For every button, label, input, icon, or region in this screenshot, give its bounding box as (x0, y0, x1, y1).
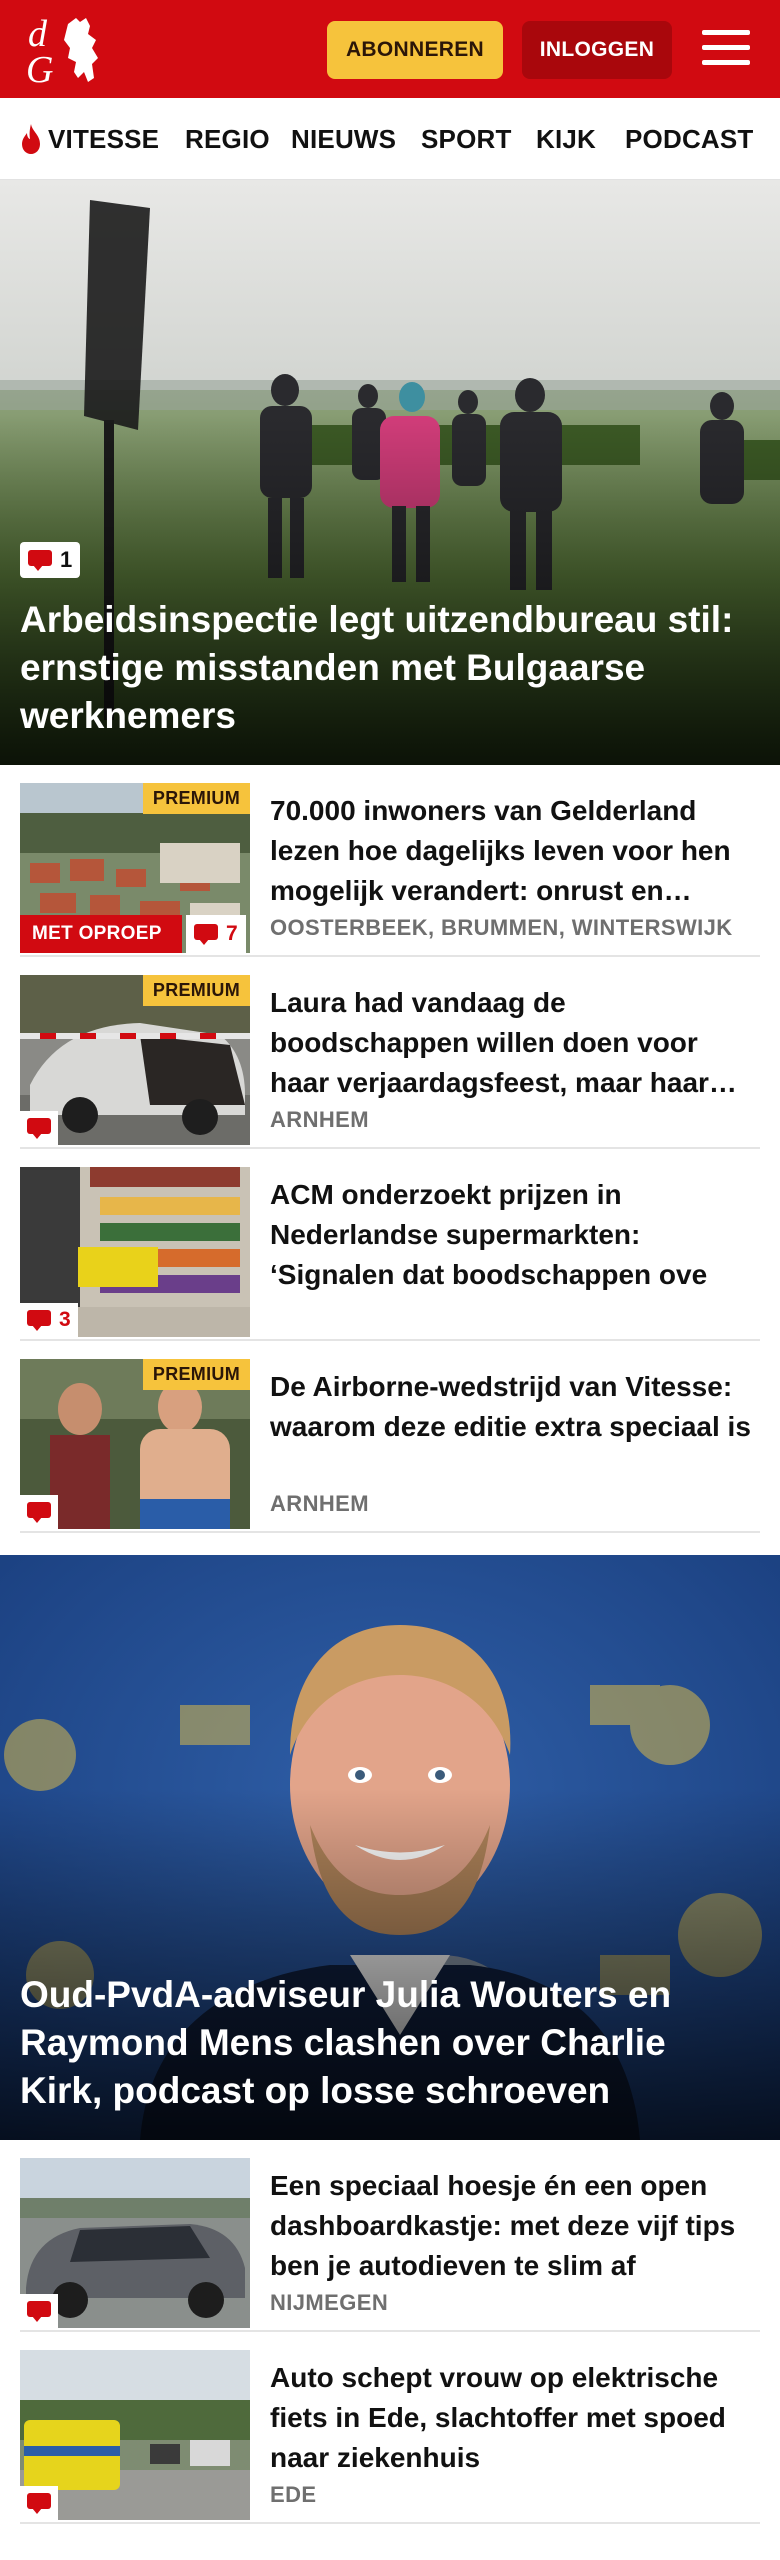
nav-item-kijk[interactable]: KIJK (536, 122, 596, 156)
flame-icon (22, 124, 40, 154)
article-title[interactable]: Een speciaal hoesje én een open dashboar… (270, 2166, 758, 2286)
nav-item-podcast[interactable]: PODCAST (625, 122, 754, 156)
article-title[interactable]: 70.000 inwoners van Gelderland lezen hoe… (270, 791, 758, 911)
logo[interactable]: d G (22, 10, 118, 88)
article-thumbnail: 3 (20, 1167, 250, 1337)
subscribe-button[interactable]: ABONNEREN (327, 21, 503, 79)
comment-icon (28, 550, 52, 571)
comment-count: 1 (60, 547, 73, 572)
article-title[interactable]: De Airborne-wedstrijd van Vitesse: waaro… (270, 1367, 758, 1447)
nav-item-regio[interactable]: REGIO (185, 122, 270, 156)
premium-badge: PREMIUM (142, 975, 250, 1006)
article-location: ARNHEM (270, 1491, 369, 1516)
comment-badge: 7 (186, 915, 246, 953)
comment-count: 7 (226, 922, 238, 945)
article-thumbnail: PREMIUM (20, 975, 250, 1145)
comment-icon (27, 1118, 51, 1139)
nav-label: VITESSE (48, 123, 160, 154)
login-button[interactable]: INLOGGEN (522, 21, 672, 79)
article-location: ARNHEM (270, 1107, 369, 1132)
nav-label: NIEUWS (291, 123, 397, 154)
comment-badge (20, 1495, 58, 1529)
premium-badge: PREMIUM (142, 1359, 250, 1390)
comment-badge: 1 (20, 542, 81, 578)
nav-label: KIJK (536, 123, 597, 154)
svg-text:G: G (26, 49, 53, 88)
hero-article-2[interactable]: Oud-PvdA-adviseur Julia Wouters en Raymo… (0, 1555, 780, 2140)
article-thumbnail: PREMIUM MET OPROEP 7 (20, 783, 250, 953)
nav-label: SPORT (421, 123, 512, 154)
article-title[interactable]: Laura had vandaag de boodschappen willen… (270, 983, 758, 1103)
article-location: OOSTERBEEK, BRUMMEN, WINTERSWIJK (270, 915, 733, 940)
article-thumbnail (20, 2350, 250, 2520)
article-location: EDE (270, 2482, 317, 2507)
hero-title[interactable]: Oud-PvdA-adviseur Julia Wouters en Raymo… (20, 1971, 756, 2115)
article-title[interactable]: Auto schept vrouw op elektri­sche fiets … (270, 2358, 758, 2478)
comment-badge: 3 (20, 1303, 78, 1337)
nav-label: REGIO (185, 123, 270, 154)
nav-label: PODCAST (625, 123, 754, 154)
oproep-tag: MET OPROEP (20, 915, 182, 953)
article-item[interactable]: Auto schept vrouw op elektri­sche fiets … (20, 2332, 760, 2524)
nav-item-nieuws[interactable]: NIEUWS (291, 122, 396, 156)
nav-item-sport[interactable]: SPORT (421, 122, 512, 156)
article-item[interactable]: PREMIUM De Airborne-wedstrijd van Vitess… (20, 1341, 760, 1533)
article-thumbnail: PREMIUM (20, 1359, 250, 1529)
hamburger-icon[interactable] (700, 24, 752, 72)
main-nav: VITESSE REGIO NIEUWS SPORT KIJK PODCAST (0, 98, 780, 180)
premium-badge: PREMIUM (142, 783, 250, 814)
article-thumbnail (20, 2158, 250, 2328)
hero-article-1[interactable]: 1 Arbeidsinspectie legt uitzendbureau st… (0, 180, 780, 765)
comment-icon (27, 2493, 51, 2514)
article-location: NIJMEGEN (270, 2290, 389, 2315)
article-title[interactable]: ACM onderzoekt prijzen in Nederlandse su… (270, 1175, 758, 1295)
comment-badge (20, 2294, 58, 2328)
site-header: d G ABONNEREN INLOGGEN (0, 0, 780, 98)
article-item[interactable]: 3 ACM onderzoekt prijzen in Nederlandse … (20, 1149, 760, 1341)
comment-badge (20, 1111, 58, 1145)
comment-count: 3 (59, 1308, 71, 1331)
comment-icon (27, 2301, 51, 2322)
article-item[interactable]: PREMIUM MET OPROEP 7 70.000 inwoners van… (20, 765, 760, 957)
hero-title[interactable]: Arbeidsinspectie legt uitzendbureau stil… (20, 596, 756, 740)
nav-item-vitesse[interactable]: VITESSE (18, 122, 159, 156)
comment-icon (27, 1310, 51, 1331)
comment-icon (27, 1502, 51, 1523)
comment-icon (194, 924, 218, 945)
article-item[interactable]: PREMIUM Laura had vandaag de boodschappe… (20, 957, 760, 1149)
comment-badge (20, 2486, 58, 2520)
article-item[interactable]: Een speciaal hoesje én een open dashboar… (20, 2140, 760, 2332)
